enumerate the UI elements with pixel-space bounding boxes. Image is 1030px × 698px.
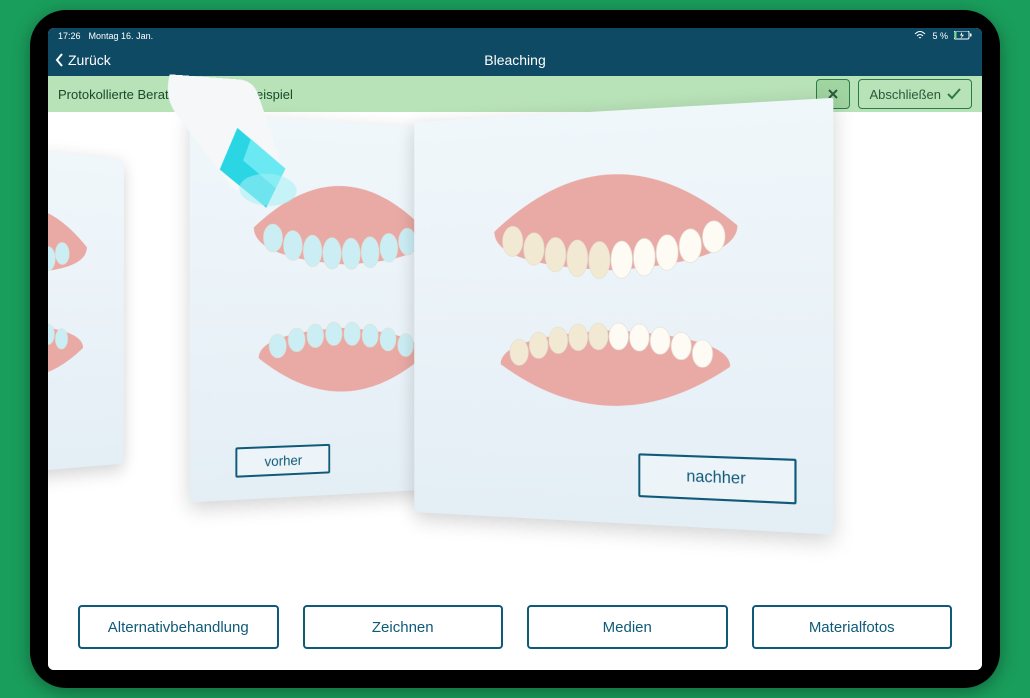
carousel-card[interactable]: nachher <box>414 98 833 535</box>
status-date: Montag 16. Jan. <box>89 31 154 41</box>
alternative-treatment-button[interactable]: Alternativbehandlung <box>78 605 279 649</box>
after-label: nachher <box>638 453 796 504</box>
battery-icon <box>954 31 972 42</box>
wifi-icon <box>914 31 926 42</box>
finish-consultation-button[interactable]: Abschließen <box>858 79 972 109</box>
before-label: vorher <box>235 444 330 478</box>
check-icon <box>947 88 961 100</box>
draw-button[interactable]: Zeichnen <box>303 605 504 649</box>
tablet-frame: 17:26 Montag 16. Jan. 5 % Zurück Bleachi… <box>30 10 1000 688</box>
content-area: vorher <box>48 112 982 670</box>
back-label: Zurück <box>68 52 111 68</box>
nav-bar: Zurück Bleaching <box>48 44 982 76</box>
status-time: 17:26 <box>58 31 81 41</box>
bleaching-device-icon <box>159 74 324 254</box>
screen: 17:26 Montag 16. Jan. 5 % Zurück Bleachi… <box>48 28 982 670</box>
finish-label: Abschließen <box>869 87 941 102</box>
media-carousel[interactable]: vorher <box>48 112 982 584</box>
status-bar: 17:26 Montag 16. Jan. 5 % <box>48 28 982 44</box>
back-button[interactable]: Zurück <box>54 52 111 68</box>
action-bar: Alternativbehandlung Zeichnen Medien Mat… <box>48 584 982 670</box>
material-photos-button[interactable]: Materialfotos <box>752 605 953 649</box>
carousel-card[interactable] <box>48 138 124 481</box>
media-button[interactable]: Medien <box>527 605 728 649</box>
status-battery: 5 % <box>932 31 948 41</box>
page-title: Bleaching <box>48 52 982 68</box>
chevron-left-icon <box>54 53 66 67</box>
